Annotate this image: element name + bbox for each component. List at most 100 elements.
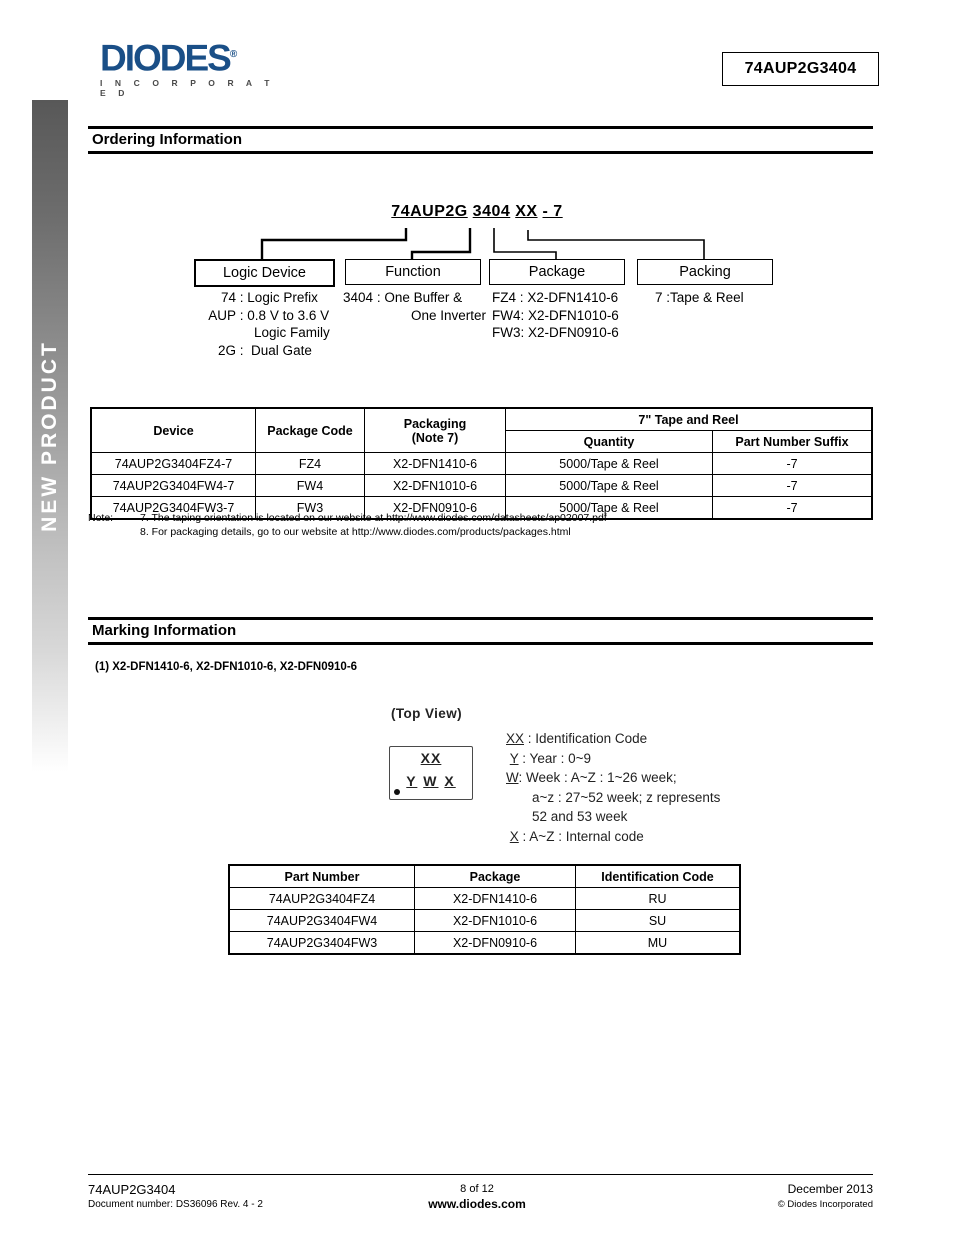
chip-marking-diagram: XX Y W X xyxy=(389,746,473,800)
legend-val-w-cont2: 52 and 53 week xyxy=(532,809,628,824)
caption-fn-key-0: 3404 xyxy=(343,290,374,305)
col-packaging-line2: (Note 7) xyxy=(411,430,459,445)
caption-ld-val-2: Logic Family xyxy=(254,325,330,340)
table-row: 74AUP2G3404FZ4 X2-DFN1410-6 RU xyxy=(228,887,741,910)
cell-quantity: 5000/Tape & Reel xyxy=(505,452,713,475)
marking-information-title: Marking Information xyxy=(92,622,237,639)
legend-key-x: X xyxy=(509,828,519,844)
caption-ld-key-3: 2G xyxy=(217,342,236,358)
caption-pk-key-0: FZ4 xyxy=(492,290,517,305)
diagram-box-function-label: Function xyxy=(385,264,441,280)
cell-package-code: FW4 xyxy=(255,474,365,497)
marking-code-legend: XX : Identification Code Y : Year : 0~9 … xyxy=(506,729,720,846)
col-quantity: Quantity xyxy=(505,430,713,453)
legend-val-xx: : Identification Code xyxy=(527,731,648,746)
notes-label: Note: xyxy=(88,512,114,524)
caption-ld-key-0: 74 xyxy=(220,290,236,305)
table-header-row: Part Number Package Identification Code xyxy=(228,864,741,888)
cell-suffix: -7 xyxy=(712,496,873,520)
col-package: Package xyxy=(414,864,576,888)
scheme-packing: - 7 xyxy=(542,203,563,220)
caption-pk-val-0: X2-DFN1410-6 xyxy=(527,290,619,305)
scheme-logic-device: 74AUP2G xyxy=(391,203,468,220)
table-row: 74AUP2G3404FZ4-7 FZ4 X2-DFN1410-6 5000/T… xyxy=(90,452,873,475)
caption-pk-key-1: FW4 xyxy=(492,307,521,323)
chip-marking-line2: Y W X xyxy=(390,773,472,789)
diodes-logo: DIODES® I N C O R P O R A T E D xyxy=(100,37,290,98)
diagram-box-logic-device: Logic Device xyxy=(194,259,335,287)
legend-val-y: : Year : 0~9 xyxy=(522,750,591,766)
diagram-box-logic-device-label: Logic Device xyxy=(222,265,306,281)
section-heading-ordering: Ordering Information xyxy=(88,126,873,154)
caption-ld-val-0: Logic Prefix xyxy=(247,290,318,305)
cell-suffix: -7 xyxy=(712,474,873,497)
chip-marking-w: W xyxy=(423,773,439,789)
caption-pk-sep-2: : xyxy=(520,325,525,340)
section-heading-marking: Marking Information xyxy=(88,617,873,645)
diagram-box-package-label: Package xyxy=(528,264,586,280)
col-part-number: Part Number xyxy=(228,864,415,888)
part-number-text: 74AUP2G3404 xyxy=(744,60,857,77)
caption-ld-val-1: 0.8 V to 3.6 V xyxy=(247,307,330,323)
cell-packaging: X2-DFN1410-6 xyxy=(364,452,506,475)
caption-pg-key-0: 7 xyxy=(655,290,663,305)
footer-divider xyxy=(88,1174,873,1175)
caption-function: 3404 : One Buffer & One Inverter xyxy=(343,289,488,324)
cell-id-code: RU xyxy=(575,887,741,910)
diagram-box-packing-label: Packing xyxy=(679,264,731,280)
legend-val-x: : A~Z : Internal code xyxy=(522,828,644,844)
ordering-notes: Note: 7. The taping orientation is locat… xyxy=(88,512,607,539)
cell-suffix: -7 xyxy=(712,452,873,475)
caption-pk-sep-0: : xyxy=(519,290,524,305)
chip-marking-x: X xyxy=(444,773,456,789)
marking-package-list: (1) X2-DFN1410-6, X2-DFN1010-6, X2-DFN09… xyxy=(95,661,358,673)
cell-part-number: 74AUP2G3404FW3 xyxy=(228,931,415,955)
legend-val-w-cont1: a~z : 27~52 week; z represents xyxy=(532,789,721,805)
registered-trademark-icon: ® xyxy=(229,49,238,60)
caption-ld-val-3: Dual Gate xyxy=(251,342,312,358)
marking-information-table: Part Number Package Identification Code … xyxy=(228,864,741,955)
new-product-sidebar: NEW PRODUCT xyxy=(32,100,68,772)
caption-ld-sep-3: : xyxy=(239,342,244,358)
caption-ld-sep-0: : xyxy=(239,290,244,305)
cell-id-code: SU xyxy=(575,909,741,932)
caption-pg-val-0: Tape & Reel xyxy=(670,290,744,305)
caption-packing: 7 :Tape & Reel xyxy=(655,289,805,307)
legend-key-y: Y xyxy=(509,750,519,766)
cell-package: X2-DFN1410-6 xyxy=(414,887,576,910)
chip-marking-line1: XX xyxy=(420,750,442,766)
table-header-row: Device Package Code Packaging (Note 7) 7… xyxy=(90,407,873,453)
caption-pk-val-1: X2-DFN1010-6 xyxy=(528,307,619,323)
col-identification-code: Identification Code xyxy=(575,864,741,888)
scheme-package: XX xyxy=(515,203,538,220)
cell-device: 74AUP2G3404FW4-7 xyxy=(90,474,256,497)
diagram-box-packing: Packing xyxy=(637,259,773,285)
table-row: 74AUP2G3404FW4 X2-DFN1010-6 SU xyxy=(228,909,741,932)
caption-pk-sep-1: : xyxy=(520,307,525,323)
legend-key-w: W xyxy=(506,770,519,785)
legend-key-xx: XX xyxy=(506,731,525,746)
cell-part-number: 74AUP2G3404FW4 xyxy=(228,909,415,932)
logo-wordmark: DIODES® xyxy=(100,37,238,79)
cell-part-number: 74AUP2G3404FZ4 xyxy=(228,887,415,910)
cell-device: 74AUP2G3404FZ4-7 xyxy=(90,452,256,475)
col-part-number-suffix: Part Number Suffix xyxy=(712,430,873,453)
legend-val-w: : Week : A~Z : 1~26 week; xyxy=(518,770,677,785)
caption-ld-sep-1: : xyxy=(239,307,244,323)
note-7: 7. The taping orientation is located on … xyxy=(140,512,607,524)
diagram-box-package: Package xyxy=(489,259,625,285)
ordering-information-table: Device Package Code Packaging (Note 7) 7… xyxy=(90,407,873,520)
col-package-code: Package Code xyxy=(255,407,365,453)
col-packaging: Packaging (Note 7) xyxy=(364,407,506,453)
col-packaging-line1: Packaging xyxy=(403,416,467,431)
table-row: 74AUP2G3404FW4-7 FW4 X2-DFN1010-6 5000/T… xyxy=(90,474,873,497)
caption-fn-val-0: One Buffer & xyxy=(384,290,463,305)
ordering-part-scheme: 74AUP2G 3404 XX - 7 xyxy=(0,203,954,221)
footer-date: December 2013 xyxy=(787,1182,873,1196)
footer-right: December 2013 © Diodes Incorporated xyxy=(778,1182,873,1212)
cell-packaging: X2-DFN1010-6 xyxy=(364,474,506,497)
new-product-label: NEW PRODUCT xyxy=(38,340,61,532)
cell-package-code: FZ4 xyxy=(255,452,365,475)
table-row: 74AUP2G3404FW3 X2-DFN0910-6 MU xyxy=(228,931,741,955)
part-number-badge: 74AUP2G3404 xyxy=(722,52,879,86)
